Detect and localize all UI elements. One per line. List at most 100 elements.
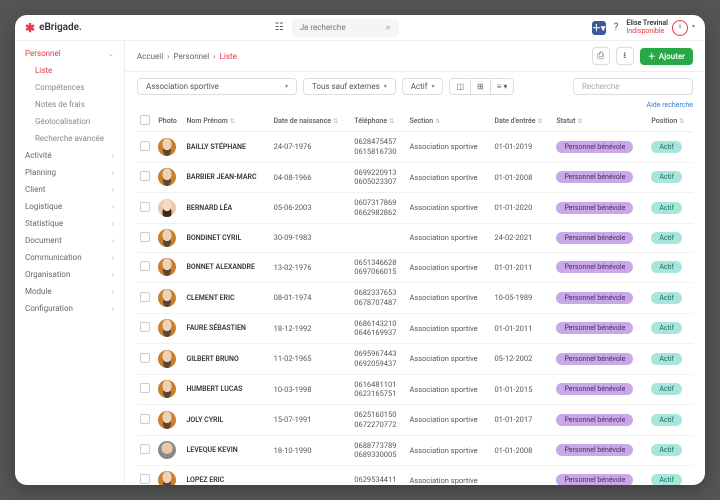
sidebar-item-planning[interactable]: Planning› [15,164,124,181]
filter-scope[interactable]: Tous sauf externes▾ [303,78,396,95]
row-checkbox[interactable] [140,232,150,242]
user-menu[interactable]: Elise Trevinal Indisponible ♀ ▾ [626,20,695,36]
brand-logo[interactable]: ✱ eBrigade. [25,21,82,35]
chevron-down-icon: ▾ [384,83,387,90]
position-badge: Actif [651,444,682,456]
status-badge: Personnel bénévole [556,322,633,334]
sidebar-sub-notes[interactable]: Notes de frais [15,96,124,113]
row-checkbox[interactable] [140,444,150,454]
global-search[interactable]: ⌕ [292,19,399,37]
add-button[interactable]: ＋Ajouter [640,48,693,65]
row-checkbox[interactable] [140,383,150,393]
cell-entry: 01-01-2020 [491,193,553,224]
sidebar-sub-competences[interactable]: Compétences [15,79,124,96]
cell-tel [351,223,406,252]
row-checkbox[interactable] [140,202,150,212]
avatar [158,411,176,429]
cell-tel: 06284754570615816730 [351,132,406,163]
cell-section: Association sportive [406,313,491,344]
cell-entry: 10-05-1989 [491,283,553,314]
col-section[interactable]: Section⇅ [406,111,491,132]
cell-tel: 06513466280697066015 [351,252,406,283]
table-row[interactable]: GILBERT BRUNO11-02-196506959674430692059… [137,344,693,375]
row-checkbox[interactable] [140,353,150,363]
sidebar-item-communication[interactable]: Communication› [15,249,124,266]
cell-dob: 08-01-1974 [271,283,352,314]
table-row[interactable]: BONDINET CYRIL30-09-1983Association spor… [137,223,693,252]
cell-entry: 01-01-2017 [491,405,553,436]
cell-tel: 06073178690662982862 [351,193,406,224]
status-badge: Personnel bénévole [556,444,633,456]
col-entry[interactable]: Date d'entrée⇅ [491,111,553,132]
add-menu-button[interactable]: ＋▾ [592,21,606,35]
view-list-button[interactable]: ≡ ▾ [491,79,514,94]
row-checkbox[interactable] [140,141,150,151]
cell-tel: 0629534411 [351,466,406,486]
position-badge: Actif [651,383,682,395]
table-row[interactable]: BAILLY STéPHANE24-07-1976062847545706158… [137,132,693,163]
crumb-home[interactable]: Accueil [137,52,163,61]
crumb-personnel[interactable]: Personnel [174,52,210,61]
col-dob[interactable]: Date de naissance⇅ [271,111,352,132]
col-pos[interactable]: Position⇅ [648,111,693,132]
col-checkbox[interactable] [137,111,155,132]
cell-tel: 06823376530678707487 [351,283,406,314]
table-row[interactable]: HUMBERT LUCAS10-03-199806164811010623165… [137,374,693,405]
sidebar-item-activite[interactable]: Activité› [15,147,124,164]
avatar [158,319,176,337]
sidebar-sub-recherche[interactable]: Recherche avancée [15,130,124,147]
filter-status[interactable]: Actif▾ [402,78,444,95]
cell-section: Association sportive [406,435,491,466]
table-row[interactable]: LEVEQUE KEVIN18-10-199006887737890689330… [137,435,693,466]
table-row[interactable]: BONNET ALEXANDRE13-02-197606513466280697… [137,252,693,283]
row-checkbox[interactable] [140,474,150,484]
cell-dob: 11-02-1965 [271,344,352,375]
position-badge: Actif [651,414,682,426]
table-search[interactable]: Recherche [573,78,693,95]
sidebar-item-logistique[interactable]: Logistique› [15,198,124,215]
cell-dob: 05-06-2003 [271,193,352,224]
cell-entry: 01-01-2019 [491,132,553,163]
row-checkbox[interactable] [140,171,150,181]
table-scroll[interactable]: Photo Nom Prénom⇅ Date de naissance⇅ Tél… [125,111,705,485]
table-row[interactable]: CLEMENT ERIC08-01-1974068233765306787074… [137,283,693,314]
cell-section: Association sportive [406,466,491,486]
filter-org[interactable]: Association sportive▾ [137,78,297,95]
sidebar-item-client[interactable]: Client› [15,181,124,198]
col-tel[interactable]: Téléphone⇅ [351,111,406,132]
table-row[interactable]: BERNARD LéA05-06-20030607317869066298286… [137,193,693,224]
search-icon: ⌕ [386,23,391,33]
row-checkbox[interactable] [140,322,150,332]
sidebar-item-organisation[interactable]: Organisation› [15,266,124,283]
status-badge: Personnel bénévole [556,141,633,153]
sidebar-item-configuration[interactable]: Configuration› [15,300,124,317]
sidebar-sub-geo[interactable]: Géolocalisation [15,113,124,130]
sidebar-item-module[interactable]: Module› [15,283,124,300]
download-button[interactable]: ⭳ [616,47,634,65]
calendar-icon[interactable]: ☷ [275,22,284,33]
table-row[interactable]: JOLY CYRIL15-07-199106251601500672270772… [137,405,693,436]
col-name[interactable]: Nom Prénom⇅ [183,111,270,132]
cell-name: GILBERT BRUNO [183,344,270,375]
sidebar-item-document[interactable]: Document› [15,232,124,249]
row-checkbox[interactable] [140,414,150,424]
table-row[interactable]: FAURE SéBASTIEN18-12-1992068614321006461… [137,313,693,344]
sidebar-item-statistique[interactable]: Statistique› [15,215,124,232]
row-checkbox[interactable] [140,292,150,302]
personnel-table: Photo Nom Prénom⇅ Date de naissance⇅ Tél… [137,111,693,485]
sidebar-sub-liste[interactable]: Liste [15,62,124,79]
help-search-link[interactable]: Aide recherche [125,101,705,111]
search-input[interactable] [300,23,380,32]
cell-dob: 13-02-1976 [271,252,352,283]
print-button[interactable]: ⎙ [592,47,610,65]
row-checkbox[interactable] [140,261,150,271]
table-row[interactable]: BARBIER JEAN-MARC04-08-19660699220913060… [137,162,693,193]
table-row[interactable]: LOPEZ ERIC0629534411Association sportive… [137,466,693,486]
sidebar-item-personnel[interactable]: Personnel⌄ [15,45,124,62]
cell-section: Association sportive [406,223,491,252]
col-statut[interactable]: Statut⇅ [553,111,648,132]
help-icon[interactable]: ? [614,22,619,33]
position-badge: Actif [651,322,682,334]
view-grid-button[interactable]: ⊞ [471,79,491,94]
view-card-button[interactable]: ◫ [450,79,471,94]
